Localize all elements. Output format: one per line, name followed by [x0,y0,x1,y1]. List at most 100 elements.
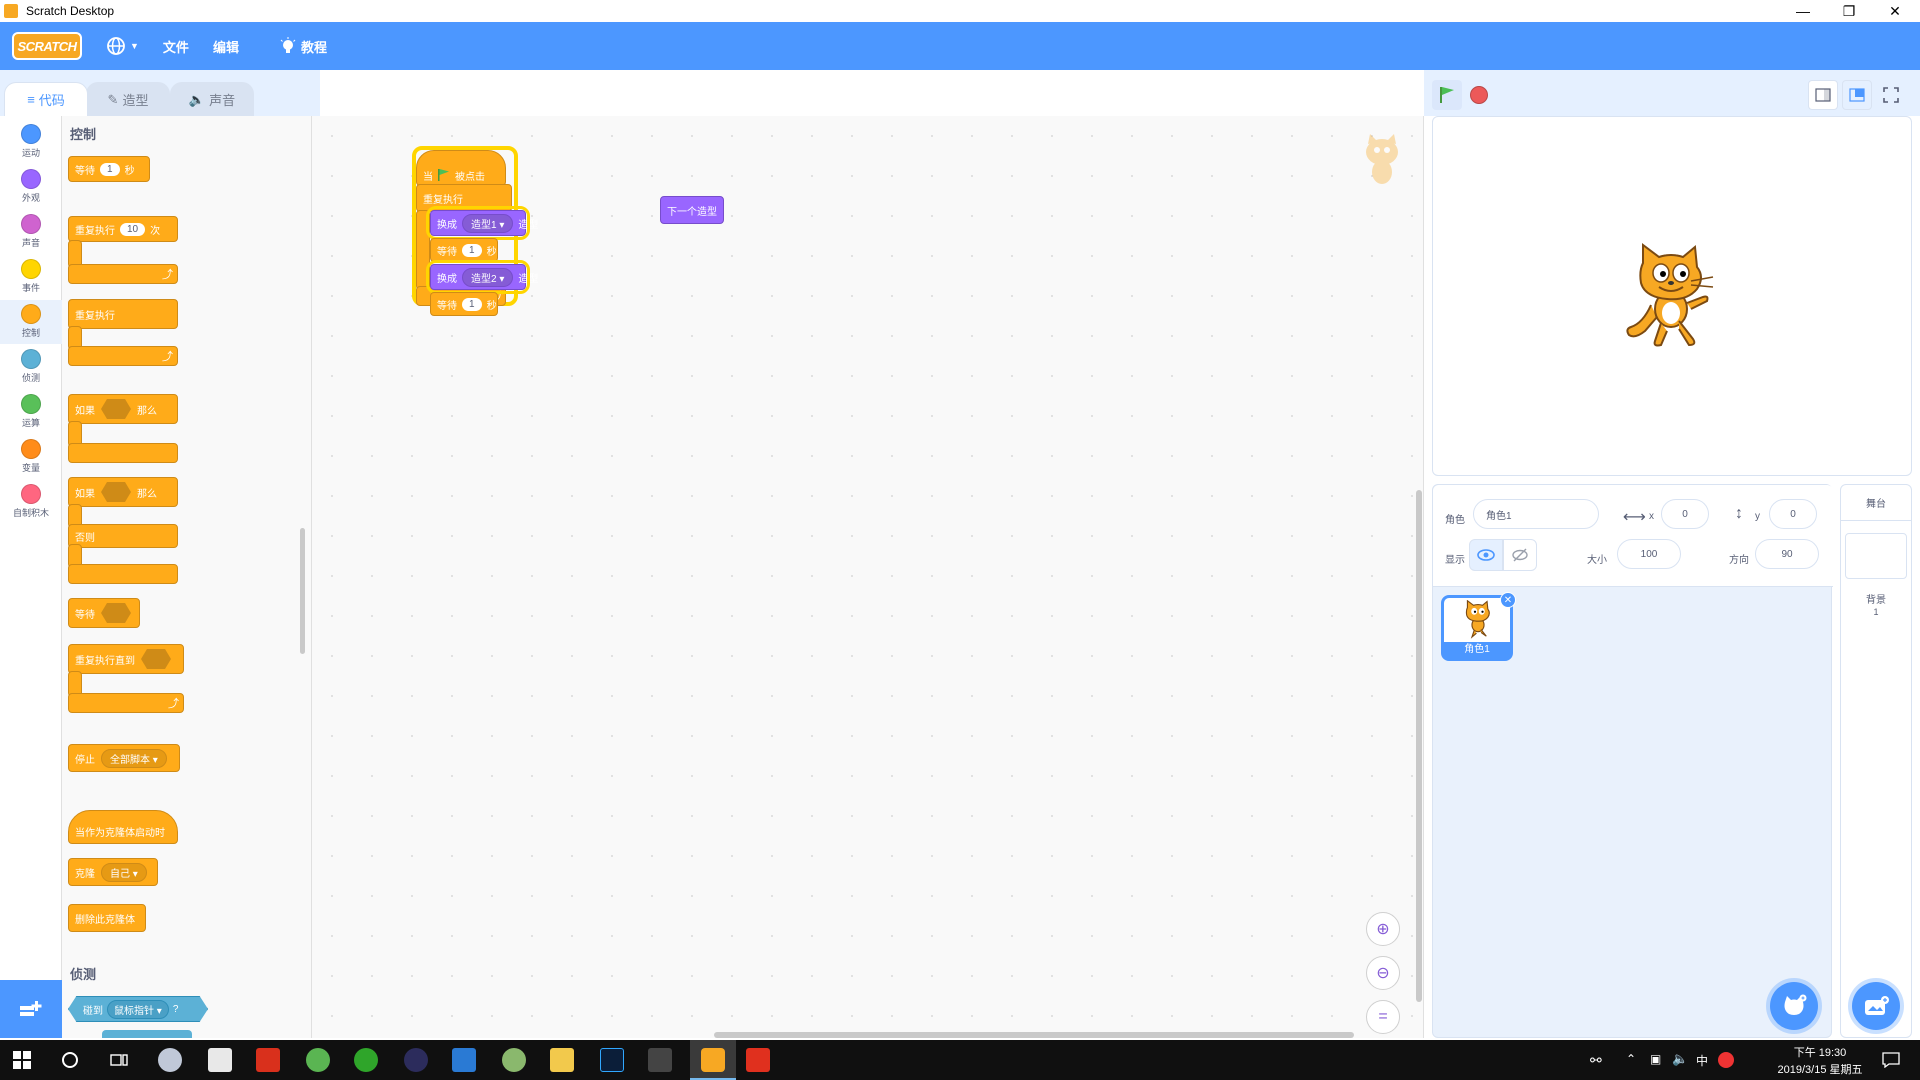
file-menu[interactable]: 文件 [151,22,201,70]
boolean-slot[interactable] [101,603,131,623]
stop-block[interactable]: 停止 全部脚本 ▾ [68,744,180,772]
video-app-icon[interactable] [648,1048,672,1072]
boolean-slot[interactable] [141,649,171,669]
code-workspace[interactable]: 当 被点击 重复执行 ⤴ 换成 造型1 ▾ 造型 等待 1 秒 换成 造型2 ▾… [312,116,1424,1038]
restore-button[interactable]: ❐ [1826,0,1872,22]
windows-start-icon[interactable] [12,1050,32,1070]
y-input[interactable]: 0 [1769,499,1817,529]
tab-costumes[interactable]: ✎ 造型 [86,82,170,116]
size-input[interactable]: 100 [1617,539,1681,569]
clone-start-hat-block[interactable]: 当作为克隆体启动时 [68,810,178,844]
sprite-name-input[interactable]: 角色1 [1473,499,1599,529]
block-number-input[interactable]: 1 [462,243,482,257]
minimize-button[interactable]: — [1780,0,1826,22]
ime-indicator[interactable]: 中 [1696,1052,1708,1069]
tutorials-menu[interactable]: 教程 [267,22,339,70]
block-number-input[interactable]: 1 [100,162,120,176]
language-menu[interactable]: ▼ [94,22,151,70]
category-my-blocks[interactable]: 自制积木 [0,480,62,524]
add-extension-button[interactable] [0,980,62,1038]
zoom-reset-button[interactable]: = [1366,1000,1400,1034]
xmind-app-icon[interactable] [746,1048,770,1072]
when-flag-clicked-hat-block[interactable]: 当 被点击 [416,150,506,186]
block-number-input[interactable]: 10 [120,222,146,236]
wait-until-block[interactable]: 等待 [68,598,140,628]
chevron-up-icon[interactable]: ⌃ [1626,1052,1636,1066]
boolean-slot[interactable] [101,399,131,419]
backdrop-thumbnail[interactable] [1845,533,1907,579]
cat-sprite[interactable] [1621,243,1721,349]
category-control[interactable]: 控制 [0,300,62,344]
notifications-icon[interactable] [1882,1052,1900,1068]
file-explorer-app-icon[interactable] [550,1048,574,1072]
choose-sprite-button[interactable] [1770,982,1818,1030]
zoom-in-button[interactable]: ⊕ [1366,912,1400,946]
wait-block[interactable]: 等待 1 秒 [68,156,150,182]
repeat-block[interactable]: 重复执行 10 次 [68,216,178,242]
paint-app-icon[interactable] [158,1048,182,1072]
delete-clone-block[interactable]: 删除此克隆体 [68,904,146,932]
category-operators[interactable]: 运算 [0,390,62,434]
small-stage-button[interactable] [1808,80,1838,110]
android-studio-app-icon[interactable] [502,1048,526,1072]
category-sensing[interactable]: 侦测 [0,345,62,389]
choose-backdrop-button[interactable] [1852,982,1900,1030]
browser-app-icon[interactable] [354,1048,378,1072]
palette-scrollbar[interactable] [300,528,305,654]
large-stage-button[interactable] [1842,80,1872,110]
show-sprite-button[interactable] [1469,539,1503,571]
green-app-icon[interactable] [306,1048,330,1072]
stop-button[interactable] [1464,80,1494,110]
category-events[interactable]: 事件 [0,255,62,299]
volume-icon[interactable]: 🔈 [1672,1051,1688,1067]
network-icon[interactable]: ▣ [1650,1052,1661,1066]
eclipse-app-icon[interactable] [404,1048,428,1072]
tab-sounds[interactable]: 🔈 声音 [170,82,254,116]
if-else-block[interactable]: 如果 那么 [68,477,178,507]
create-clone-block[interactable]: 克隆 自己 ▾ [68,858,158,886]
x-input[interactable]: 0 [1661,499,1709,529]
hide-sprite-button[interactable] [1503,539,1537,571]
touching-target-dropdown[interactable]: 鼠标指针 ▾ [107,999,169,1019]
repeat-until-block[interactable]: 重复执行直到 [68,644,184,674]
workspace-horizontal-scrollbar[interactable] [714,1032,1354,1038]
next-costume-block[interactable]: 下一个造型 [660,196,724,224]
zoom-out-button[interactable]: ⊖ [1366,956,1400,990]
taskbar-time[interactable]: 下午 19:30 [1770,1044,1870,1060]
forever-block[interactable]: 重复执行 [68,299,178,329]
block-number-input[interactable]: 1 [462,297,482,311]
category-sound[interactable]: 声音 [0,210,62,254]
close-button[interactable]: ✕ [1872,0,1918,22]
vscode-app-icon[interactable] [452,1048,476,1072]
wait-block[interactable]: 等待 1 秒 [430,238,498,262]
photoshop-app-icon[interactable] [600,1048,624,1072]
taskbar-date[interactable]: 2019/3/15 星期五 [1760,1061,1880,1077]
category-motion[interactable]: 运动 [0,120,62,164]
wait-block[interactable]: 等待 1 秒 [430,292,498,316]
boolean-slot[interactable] [101,482,131,502]
green-flag-button[interactable] [1432,80,1462,110]
task-view-icon[interactable] [110,1052,128,1068]
sprite-thumbnail[interactable]: 角色1 ✕ [1441,592,1516,661]
edit-menu[interactable]: 编辑 [201,22,251,70]
delete-sprite-button[interactable]: ✕ [1500,592,1516,608]
calculator-app-icon[interactable] [208,1048,232,1072]
stop-option-dropdown[interactable]: 全部脚本 ▾ [101,748,167,768]
fullscreen-button[interactable] [1876,80,1906,110]
category-variables[interactable]: 变量 [0,435,62,479]
sogou-icon[interactable] [1718,1052,1734,1068]
people-icon[interactable]: ⚯ [1590,1052,1602,1069]
tab-code[interactable]: ≡ 代码 [4,82,88,116]
scratch-taskbar-button[interactable] [690,1040,736,1080]
scratch-logo[interactable]: SCRATCH [12,32,82,60]
direction-input[interactable]: 90 [1755,539,1819,569]
stage-canvas[interactable] [1432,116,1912,476]
category-looks[interactable]: 外观 [0,165,62,209]
cortana-icon[interactable] [62,1052,78,1068]
touching-block[interactable]: 碰到 鼠标指针 ▾ ? [68,996,208,1022]
if-then-block[interactable]: 如果 那么 [68,394,178,424]
red-app-icon[interactable] [256,1048,280,1072]
workspace-vertical-scrollbar[interactable] [1416,490,1422,1002]
clone-target-dropdown[interactable]: 自己 ▾ [101,862,147,882]
stage-target-pane[interactable]: 舞台 背景 1 [1840,484,1912,1038]
